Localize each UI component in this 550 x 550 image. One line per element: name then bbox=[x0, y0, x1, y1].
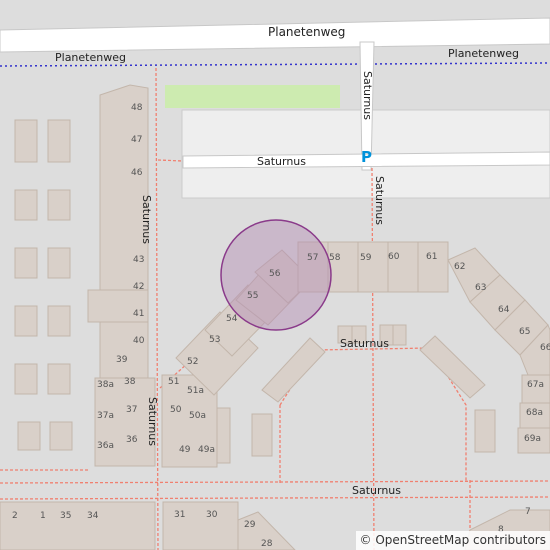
house-number: 50a bbox=[189, 411, 206, 421]
house-number: 37a bbox=[97, 411, 114, 421]
house-number: 42 bbox=[133, 282, 145, 292]
road-label-saturnus-left: Saturnus bbox=[140, 194, 154, 245]
house-number: 65 bbox=[519, 327, 531, 337]
house-number: 43 bbox=[133, 255, 145, 265]
house-number: 57 bbox=[307, 253, 319, 263]
road-label-planetenweg-left: Planetenweg bbox=[55, 51, 126, 64]
house-number: 36 bbox=[126, 435, 138, 445]
road-label-saturnus-center: Saturnus bbox=[340, 337, 390, 350]
house-number: 68a bbox=[526, 408, 543, 418]
house-number: 31 bbox=[174, 510, 186, 520]
road-label-saturnus-vertical-b: Saturnus bbox=[373, 175, 387, 226]
house-number: 38a bbox=[97, 380, 114, 390]
house-number: 58 bbox=[329, 253, 341, 263]
house-number: 46 bbox=[131, 168, 143, 178]
road-label-saturnus-mid: Saturnus bbox=[257, 155, 307, 168]
house-number: 51 bbox=[168, 377, 180, 387]
house-number: 1 bbox=[40, 511, 46, 521]
house-number: 66 bbox=[540, 343, 550, 353]
road-label-saturnus-bottom: Saturnus bbox=[352, 484, 402, 497]
house-number: 41 bbox=[133, 309, 145, 319]
house-number: 54 bbox=[226, 314, 238, 324]
house-number: 51a bbox=[187, 386, 204, 396]
house-number: 63 bbox=[475, 283, 487, 293]
house-number: 55 bbox=[247, 291, 259, 301]
house-number: 2 bbox=[12, 511, 18, 521]
house-number: 34 bbox=[87, 511, 99, 521]
map-attribution[interactable]: © OpenStreetMap contributors bbox=[355, 530, 550, 550]
parking-icon[interactable]: P bbox=[361, 150, 372, 165]
house-number: 37 bbox=[126, 405, 138, 415]
house-number: 52 bbox=[187, 357, 199, 367]
road-label-saturnus-lower-left: Saturnus bbox=[146, 396, 160, 447]
house-number: 40 bbox=[133, 336, 145, 346]
house-number: 59 bbox=[360, 253, 372, 263]
grass-area bbox=[165, 85, 340, 108]
house-number: 47 bbox=[131, 135, 143, 145]
house-number: 29 bbox=[244, 520, 256, 530]
house-number: 56 bbox=[269, 269, 281, 279]
road-label-planetenweg-top: Planetenweg bbox=[268, 25, 346, 39]
house-number: 53 bbox=[209, 335, 221, 345]
map[interactable]: Planetenweg Planetenweg Planetenweg Satu… bbox=[0, 0, 550, 550]
house-number: 38 bbox=[124, 377, 136, 387]
house-number: 48 bbox=[131, 103, 143, 113]
house-number: 36a bbox=[97, 441, 114, 451]
house-number: 69a bbox=[524, 434, 541, 444]
house-number: 28 bbox=[261, 539, 273, 549]
house-number: 35 bbox=[60, 511, 72, 521]
house-number: 49 bbox=[179, 445, 191, 455]
house-number: 49a bbox=[198, 445, 215, 455]
house-number: 67a bbox=[527, 380, 544, 390]
house-number: 50 bbox=[170, 405, 182, 415]
house-number: 30 bbox=[206, 510, 218, 520]
house-number: 61 bbox=[426, 252, 438, 262]
house-number: 39 bbox=[116, 355, 128, 365]
road-label-planetenweg-right: Planetenweg bbox=[448, 47, 519, 60]
house-number: 7 bbox=[525, 507, 531, 517]
house-number: 62 bbox=[454, 262, 466, 272]
house-number: 60 bbox=[388, 252, 400, 262]
house-number: 64 bbox=[498, 305, 510, 315]
road-label-saturnus-vertical-a: Saturnus bbox=[361, 70, 375, 121]
